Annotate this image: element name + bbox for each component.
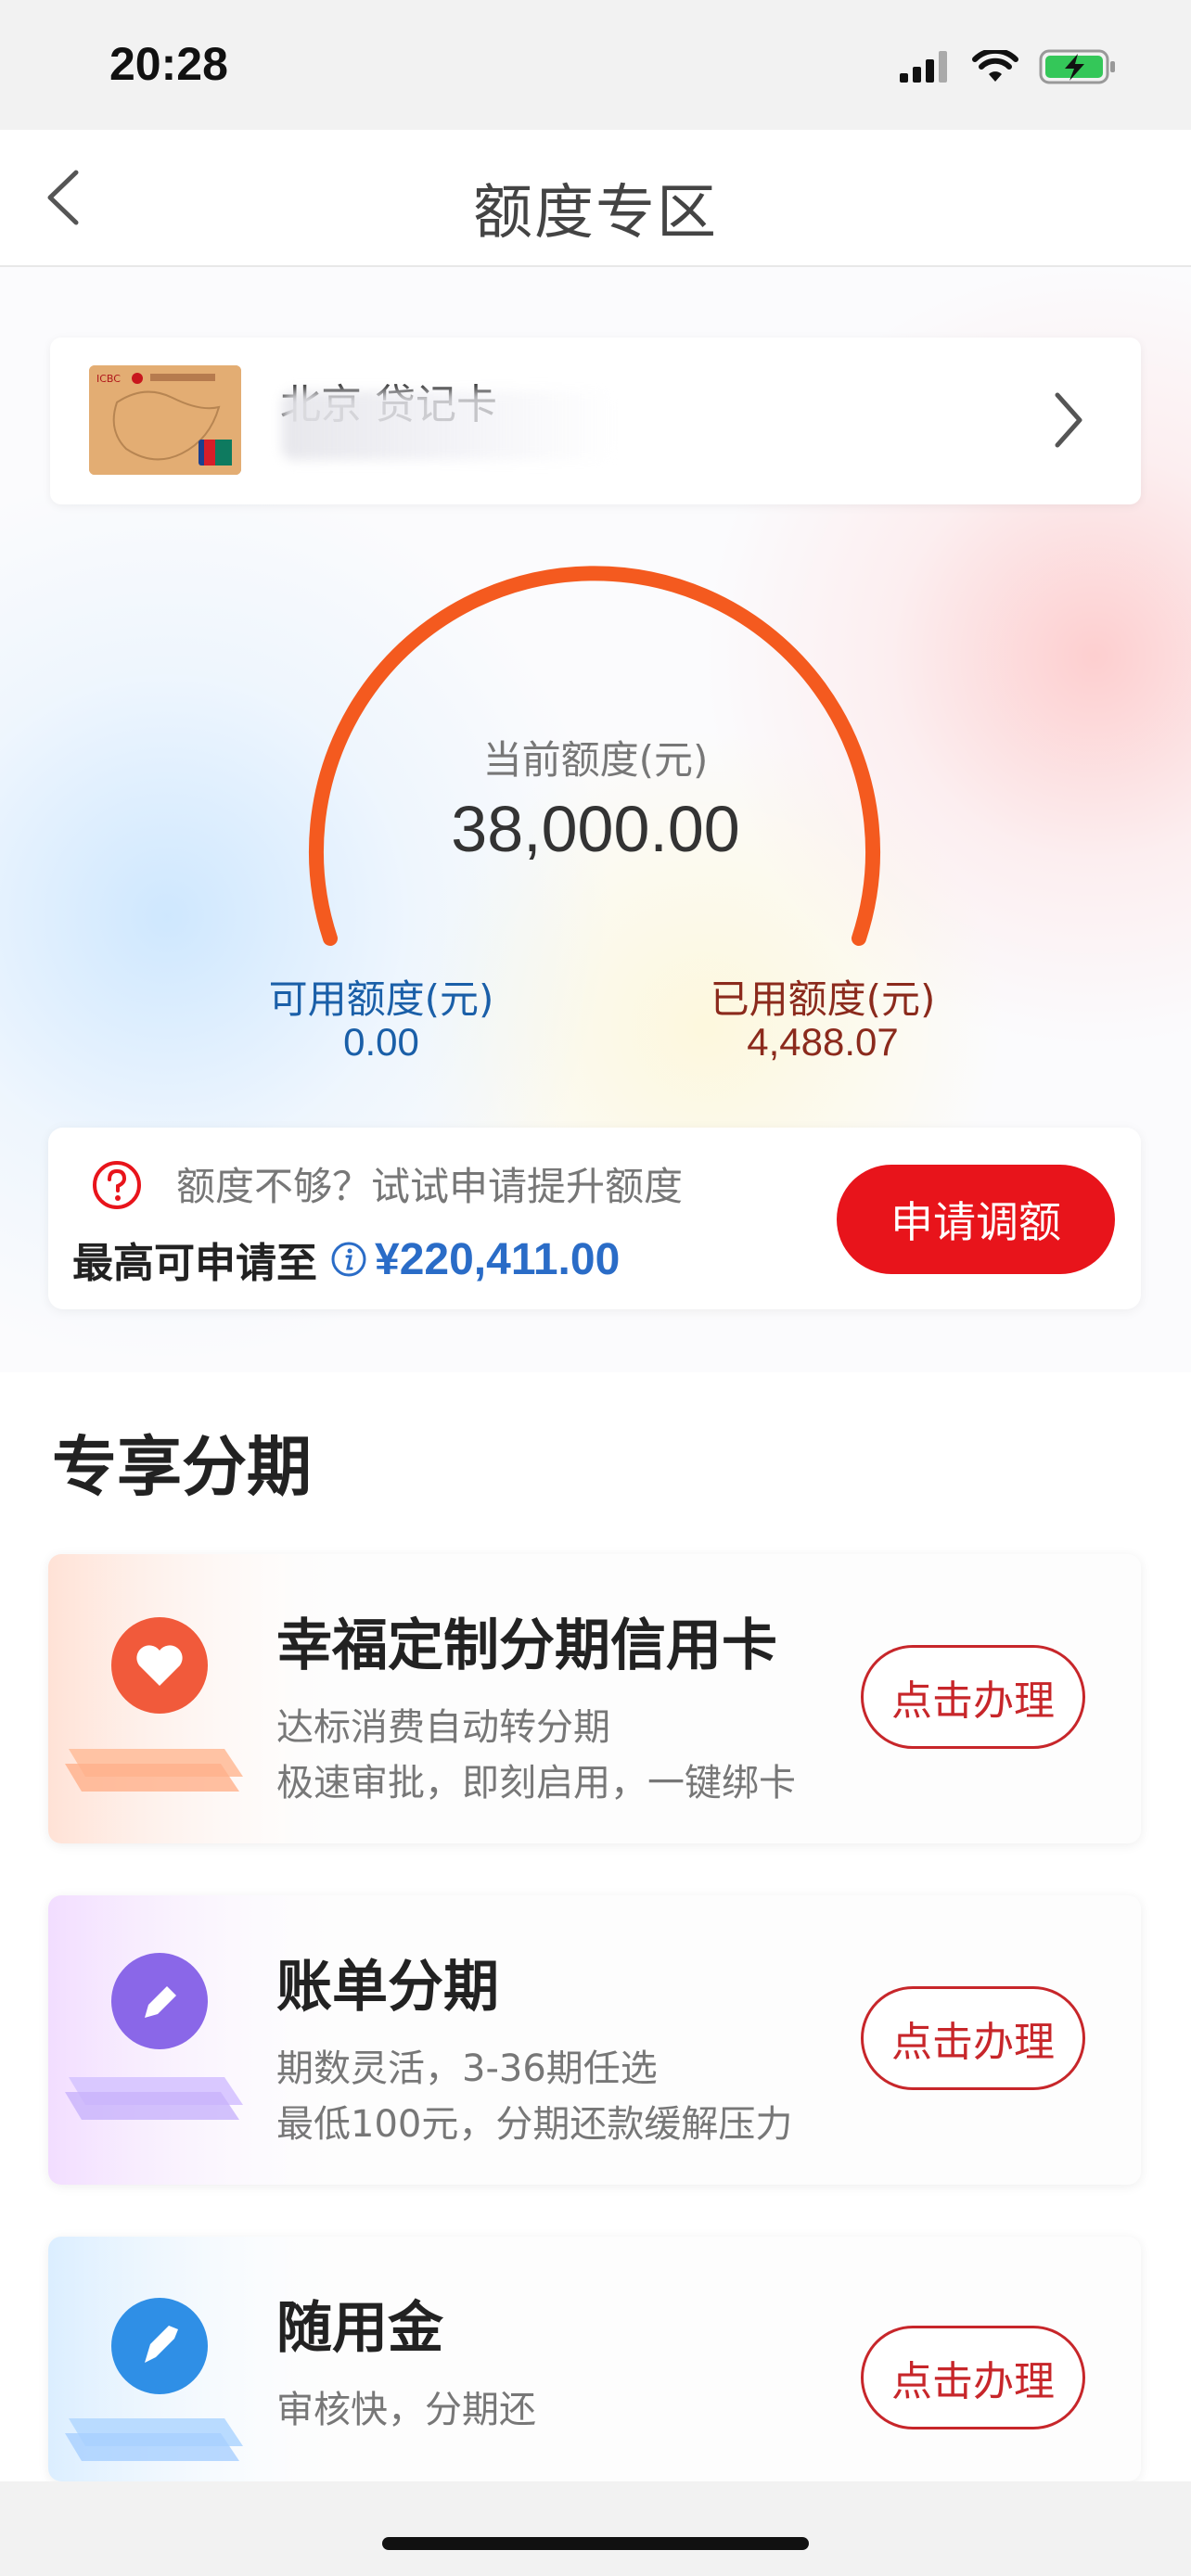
status-bar: 20:28 (0, 0, 1191, 130)
apply-button[interactable]: 点击办理 (861, 2326, 1085, 2429)
home-indicator-area (0, 2481, 1191, 2576)
item-desc: 期数灵活，3-36期任选 (276, 2047, 658, 2090)
item-desc: 达标消费自动转分期 (276, 1706, 610, 1749)
current-limit-label: 当前额度(元) (482, 737, 709, 783)
status-time: 20:28 (109, 38, 228, 90)
max-apply-amount: ¥220,411.00 (375, 1234, 621, 1284)
item-desc: 审核快，分期还 (276, 2389, 536, 2431)
item-desc: 极速审批，即刻启用，一键绑卡 (276, 1762, 796, 1804)
used-limit-value: 4,488.07 (747, 1020, 899, 1064)
wifi-icon (972, 50, 1018, 82)
limit-increase-promo: 额度不够？试试申请提升额度 最高可申请至 ¥220,411.00 申请调额 (48, 1128, 1141, 1309)
installment-item-bill[interactable]: 账单分期 期数灵活，3-36期任选 最低100元，分期还款缓解压力 点击办理 (48, 1895, 1141, 2185)
max-apply-row: 最高可申请至 ¥220,411.00 (72, 1230, 620, 1289)
question-icon (93, 1161, 141, 1209)
apply-button[interactable]: 点击办理 (861, 1986, 1085, 2090)
info-icon[interactable] (330, 1241, 367, 1278)
item-title: 幸福定制分期信用卡 (276, 1613, 777, 1678)
apply-adjust-button[interactable]: 申请调额 (837, 1165, 1115, 1274)
installment-item-card[interactable]: 幸福定制分期信用卡 达标消费自动转分期 极速审批，即刻启用，一键绑卡 点击办理 (48, 1554, 1141, 1843)
used-limit-label: 已用额度(元) (710, 976, 936, 1022)
current-limit-value: 38,000.00 (451, 793, 740, 865)
nav-bar: 额度专区 (0, 130, 1191, 267)
page-title: 额度专区 (473, 179, 718, 248)
available-limit-value: 0.00 (343, 1020, 419, 1064)
promo-text: 额度不够？试试申请提升额度 (176, 1164, 684, 1209)
max-apply-label: 最高可申请至 (72, 1240, 317, 1287)
credit-limit-panel: ICBC 北京 贷记卡 当前额度(元) 38,000.00 可用额度(元) 0.… (0, 267, 1191, 1372)
installment-item-cash[interactable]: 随用金 审核快，分期还 点击办理 (48, 2237, 1141, 2481)
battery-charging-icon (1039, 49, 1115, 84)
item-title: 账单分期 (276, 1955, 499, 2020)
item-desc: 最低100元，分期还款缓解压力 (276, 2103, 793, 2146)
home-indicator[interactable] (382, 2537, 809, 2550)
installment-section: 专享分期 幸福定制分期信用卡 达标消费自动转分期 极速审批，即刻启用，一键绑卡 … (0, 1372, 1191, 2481)
available-limit-label: 可用额度(元) (268, 976, 494, 1022)
apply-button[interactable]: 点击办理 (861, 1645, 1085, 1749)
cellular-signal-icon (900, 51, 947, 83)
section-title: 专享分期 (52, 1429, 312, 1505)
item-title: 随用金 (276, 2296, 443, 2361)
status-icons (900, 48, 1117, 85)
